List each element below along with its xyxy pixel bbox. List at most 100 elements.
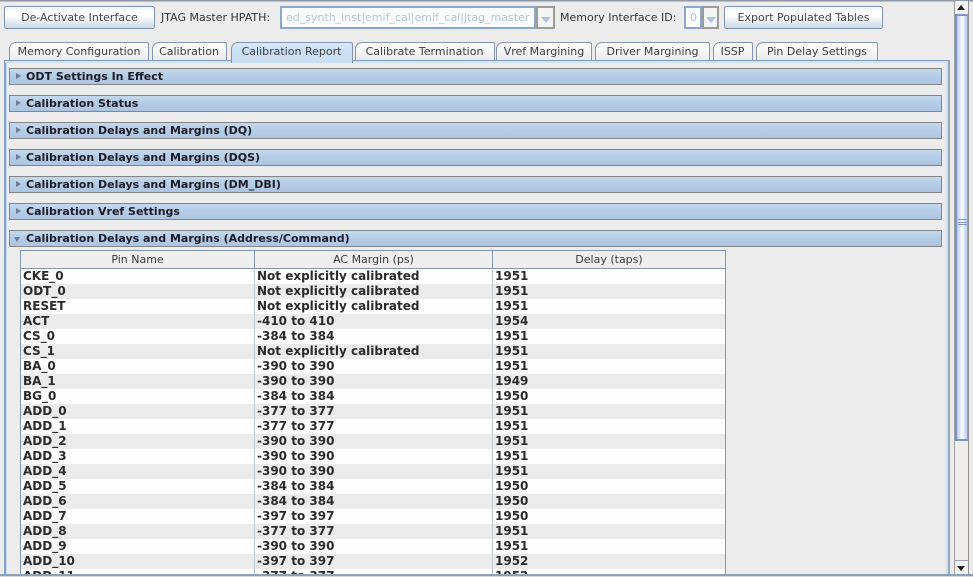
jtag-master-hpath-combobox[interactable]: ed_synth_inst|emif_cal|emif_cal|jtag_mas… [280, 6, 536, 29]
jtag-combobox-dropdown-button[interactable] [536, 6, 555, 29]
table-row-add_9[interactable]: ADD_9-390 to 3901951 [21, 539, 726, 554]
window-top-edge-highlight [0, 1, 973, 2]
memory-interface-id-label: Memory Interface ID: [560, 11, 676, 25]
column-header-pin-name[interactable]: Pin Name [21, 251, 255, 269]
table-row-add_3[interactable]: ADD_3-390 to 3901951 [21, 449, 726, 464]
table-cell: 1954 [493, 314, 726, 329]
section-title: Calibration Delays and Margins (DQ) [26, 123, 252, 138]
grip-line [958, 224, 967, 225]
section-header-calibration-delays-and-margins-dqs-[interactable]: Calibration Delays and Margins (DQS) [9, 149, 942, 166]
table-cell: ADD_2 [21, 434, 255, 449]
table-row-odt_0[interactable]: ODT_0Not explicitly calibrated1951 [21, 284, 726, 299]
section-header-calibration-status[interactable]: Calibration Status [9, 95, 942, 112]
vertical-scrollbar[interactable] [954, 1, 969, 575]
table-cell: ADD_4 [21, 464, 255, 479]
table-row-add_8[interactable]: ADD_8-377 to 3771951 [21, 524, 726, 539]
table-row-cke_0[interactable]: CKE_0Not explicitly calibrated1951 [21, 269, 726, 284]
table-cell: -377 to 377 [255, 404, 493, 419]
tab-calibration[interactable]: Calibration [152, 42, 227, 60]
tab-memory-configuration[interactable]: Memory Configuration [9, 42, 149, 60]
tab-issp[interactable]: ISSP [713, 42, 753, 60]
table-row-bg_0[interactable]: BG_0-384 to 3841950 [21, 389, 726, 404]
table-cell: -384 to 384 [255, 494, 493, 509]
table-row-add_10[interactable]: ADD_10-397 to 3971952 [21, 554, 726, 569]
section-header-odt-settings-in-effect[interactable]: ODT Settings In Effect [9, 68, 942, 85]
memory-interface-id-dropdown-button[interactable] [702, 6, 719, 29]
table-row-ba_0[interactable]: BA_0-390 to 3901951 [21, 359, 726, 374]
table-cell: ADD_6 [21, 494, 255, 509]
table-row-ba_1[interactable]: BA_1-390 to 3901949 [21, 374, 726, 389]
table-row-add_4[interactable]: ADD_4-390 to 3901951 [21, 464, 726, 479]
table-row-add_6[interactable]: ADD_6-384 to 3841950 [21, 494, 726, 509]
table-cell: ADD_3 [21, 449, 255, 464]
triangle-collapsed-icon [16, 127, 21, 133]
table-row-cs_1[interactable]: CS_1Not explicitly calibrated1951 [21, 344, 726, 359]
table-row-add_0[interactable]: ADD_0-377 to 3771951 [21, 404, 726, 419]
scrollbar-up-button[interactable] [955, 1, 968, 14]
tab-calibrate-termination[interactable]: Calibrate Termination [355, 42, 495, 60]
section-header-calibration-delays-and-margins-address-command-[interactable]: Calibration Delays and Margins (Address/… [9, 230, 942, 247]
tab-calibration-report[interactable]: Calibration Report [231, 42, 353, 63]
section-header-calibration-delays-and-margins-dq-[interactable]: Calibration Delays and Margins (DQ) [9, 122, 942, 139]
arrow-up-icon [957, 5, 965, 10]
scrollbar-thumb[interactable] [955, 14, 968, 441]
address-command-table-viewport: Pin NameAC Margin (ps)Delay (taps) CKE_0… [20, 250, 726, 574]
table-cell: 1952 [493, 554, 726, 569]
table-cell: -390 to 390 [255, 539, 493, 554]
table-cell: 1951 [493, 434, 726, 449]
table-cell: BG_0 [21, 389, 255, 404]
table-cell: -384 to 384 [255, 389, 493, 404]
chevron-down-icon [706, 17, 716, 23]
table-row-cs_0[interactable]: CS_0-384 to 3841951 [21, 329, 726, 344]
table-row-add_1[interactable]: ADD_1-377 to 3771951 [21, 419, 726, 434]
tab-driver-margining[interactable]: Driver Margining [595, 42, 710, 60]
table-cell: CS_0 [21, 329, 255, 344]
memory-interface-id-combobox[interactable]: 0 [684, 6, 702, 29]
table-cell: ODT_0 [21, 284, 255, 299]
column-header-delay-taps-[interactable]: Delay (taps) [493, 251, 726, 269]
table-cell: 1949 [493, 374, 726, 389]
column-header-ac-margin-ps-[interactable]: AC Margin (ps) [255, 251, 493, 269]
table-cell: -390 to 390 [255, 464, 493, 479]
table-header-row: Pin NameAC Margin (ps)Delay (taps) [21, 251, 726, 269]
table-cell: 1951 [493, 299, 726, 314]
table-cell: 1951 [493, 269, 726, 284]
table-cell: 1951 [493, 359, 726, 374]
table-cell: -377 to 377 [255, 419, 493, 434]
section-title: Calibration Vref Settings [26, 204, 180, 219]
table-cell: 1951 [493, 449, 726, 464]
tab-panel-highlight-left [6, 63, 8, 574]
table-cell: RESET [21, 299, 255, 314]
deactivate-interface-button[interactable]: De-Activate Interface [4, 6, 155, 29]
table-cell: 1951 [493, 344, 726, 359]
table-cell: ACT [21, 314, 255, 329]
table-row-act[interactable]: ACT-410 to 4101954 [21, 314, 726, 329]
tab-vref-margining[interactable]: Vref Margining [496, 42, 592, 60]
chevron-down-icon [541, 17, 551, 23]
table-cell: -397 to 397 [255, 554, 493, 569]
table-row-add_7[interactable]: ADD_7-397 to 3971950 [21, 509, 726, 524]
table-cell: 1951 [493, 419, 726, 434]
section-header-calibration-delays-and-margins-dm-dbi-[interactable]: Calibration Delays and Margins (DM_DBI) [9, 176, 942, 193]
export-populated-tables-button[interactable]: Export Populated Tables [724, 6, 883, 29]
triangle-collapsed-icon [16, 100, 21, 106]
table-cell: 1951 [493, 539, 726, 554]
scrollbar-down-button[interactable] [955, 560, 968, 574]
table-cell: 1950 [493, 494, 726, 509]
table-cell: 1951 [493, 284, 726, 299]
arrow-down-icon [957, 566, 965, 571]
table-row-add_2[interactable]: ADD_2-390 to 3901951 [21, 434, 726, 449]
triangle-collapsed-icon [16, 154, 21, 160]
table-cell: ADD_9 [21, 539, 255, 554]
section-title: Calibration Status [26, 96, 138, 111]
tab-panel-border-right [948, 60, 950, 576]
table-cell: -384 to 384 [255, 329, 493, 344]
jtag-master-hpath-label: JTAG Master HPATH: [161, 11, 270, 25]
table-cell: 1951 [493, 524, 726, 539]
table-row-reset[interactable]: RESETNot explicitly calibrated1951 [21, 299, 726, 314]
table-cell: -390 to 390 [255, 359, 493, 374]
table-row-add_5[interactable]: ADD_5-384 to 3841950 [21, 479, 726, 494]
triangle-collapsed-icon [16, 181, 21, 187]
tab-pin-delay-settings[interactable]: Pin Delay Settings [756, 42, 878, 60]
section-header-calibration-vref-settings[interactable]: Calibration Vref Settings [9, 203, 942, 220]
